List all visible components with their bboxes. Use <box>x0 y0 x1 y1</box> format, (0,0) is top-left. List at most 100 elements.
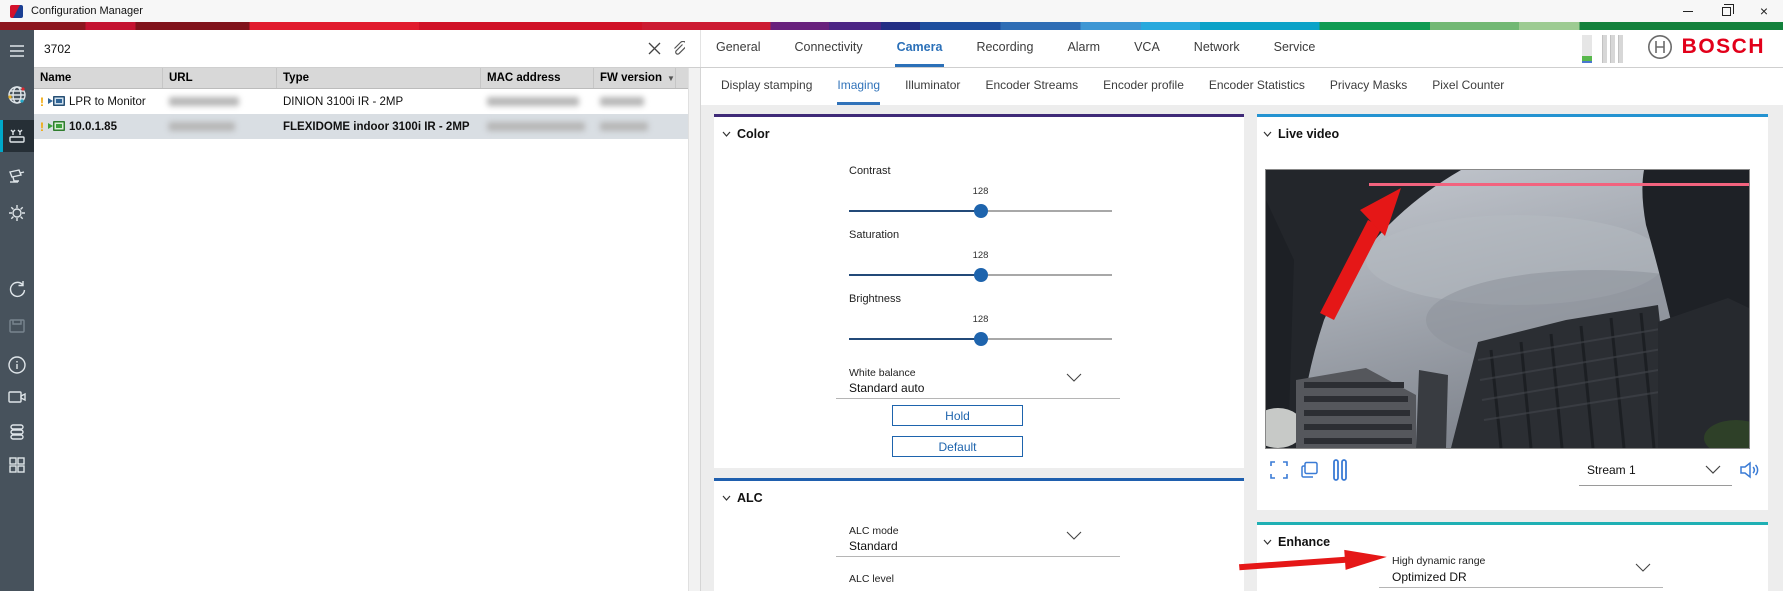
column-header-name[interactable]: Name <box>34 68 163 88</box>
attach-filter-icon[interactable] <box>666 37 690 61</box>
hdr-value[interactable]: Optimized DR <box>1392 570 1467 584</box>
alc-mode-dropdown[interactable] <box>836 556 1120 557</box>
search-input[interactable] <box>44 42 642 56</box>
redacted-url <box>169 122 235 131</box>
tab-alarm[interactable]: Alarm <box>1065 30 1102 67</box>
enhance-section: Enhance High dynamic range Optimized DR <box>1257 522 1768 591</box>
bosch-supergraphic-stripe <box>0 22 1783 30</box>
sidebar <box>0 30 34 591</box>
clear-search-icon[interactable] <box>642 37 666 61</box>
subtab-encoder-statistics[interactable]: Encoder Statistics <box>1209 68 1305 105</box>
my-devices-icon[interactable] <box>0 120 34 152</box>
camera-fisheye-image <box>1266 170 1749 448</box>
speaker-icon[interactable] <box>1739 461 1759 479</box>
collapse-chevron-icon[interactable] <box>722 131 731 137</box>
redacted-fw <box>600 122 648 131</box>
ptz-camera-icon[interactable] <box>0 161 34 193</box>
redacted-url <box>169 97 239 106</box>
saturation-label: Saturation <box>849 229 899 241</box>
tab-recording[interactable]: Recording <box>974 30 1035 67</box>
contrast-slider[interactable]: 128 <box>849 204 1112 218</box>
white-balance-value[interactable]: Standard auto <box>849 381 924 395</box>
warning-icon: ! <box>40 120 44 134</box>
color-section: Color Contrast 128 Saturation 128 <box>714 114 1244 468</box>
annotation-arrow-right <box>1238 546 1389 578</box>
table-row[interactable]: ! LPR to Monitor DINION 3100i IR - 2MP <box>34 89 700 114</box>
white-balance-dropdown[interactable] <box>836 398 1120 399</box>
redacted-mac <box>487 97 579 106</box>
live-video-frame[interactable] <box>1265 169 1750 449</box>
chevron-down-icon[interactable] <box>1066 373 1082 382</box>
slider-thumb[interactable] <box>974 204 988 218</box>
restore-button[interactable] <box>1707 0 1745 22</box>
save-icon[interactable] <box>0 310 34 342</box>
table-header: Name URL Type MAC address FW version▼ <box>34 68 700 89</box>
brightness-slider[interactable]: 128 <box>849 332 1112 346</box>
chevron-down-icon[interactable] <box>1635 563 1651 572</box>
hdr-label: High dynamic range <box>1392 555 1485 567</box>
alc-level-label: ALC level <box>849 573 894 585</box>
sort-indicator-icon: ▼ <box>667 74 675 83</box>
subtab-encoder-profile[interactable]: Encoder profile <box>1103 68 1184 105</box>
column-header-mac[interactable]: MAC address <box>481 68 594 88</box>
subtab-encoder-streams[interactable]: Encoder Streams <box>985 68 1078 105</box>
fullscreen-icon[interactable] <box>1270 461 1288 479</box>
default-button[interactable]: Default <box>892 436 1023 457</box>
section-title: Color <box>737 127 770 141</box>
tab-camera[interactable]: Camera <box>895 30 945 67</box>
column-header-type[interactable]: Type <box>277 68 481 88</box>
subtab-display-stamping[interactable]: Display stamping <box>721 68 812 105</box>
contrast-label: Contrast <box>849 165 891 177</box>
stream-select-value[interactable]: Stream 1 <box>1587 463 1636 477</box>
alc-mode-value[interactable]: Standard <box>849 539 898 553</box>
network-scan-icon[interactable] <box>0 79 34 111</box>
hold-button[interactable]: Hold <box>892 405 1023 426</box>
settings-gear-icon[interactable] <box>0 197 34 229</box>
close-button[interactable]: × <box>1745 0 1783 22</box>
tab-network[interactable]: Network <box>1192 30 1242 67</box>
tab-connectivity[interactable]: Connectivity <box>792 30 864 67</box>
section-title: Live video <box>1278 127 1339 141</box>
database-icon[interactable] <box>0 416 34 448</box>
refresh-icon[interactable] <box>0 273 34 305</box>
pause-icon[interactable] <box>1332 459 1348 481</box>
table-scrollbar[interactable] <box>688 68 700 591</box>
brightness-value: 128 <box>973 314 989 325</box>
device-list-panel: Name URL Type MAC address FW version▼ ! … <box>34 68 701 591</box>
saturation-value: 128 <box>973 250 989 261</box>
tab-general[interactable]: General <box>714 30 762 67</box>
resource-meters <box>1582 35 1623 63</box>
subtab-pixel-counter[interactable]: Pixel Counter <box>1432 68 1504 105</box>
slider-thumb[interactable] <box>974 332 988 346</box>
collapse-chevron-icon[interactable] <box>1263 131 1272 137</box>
subtab-illuminator[interactable]: Illuminator <box>905 68 960 105</box>
table-row-selected[interactable]: ! 10.0.1.85 FLEXIDOME indoor 3100i IR - … <box>34 114 700 139</box>
cpu-meter-icon <box>1582 35 1592 63</box>
subtab-privacy-masks[interactable]: Privacy Masks <box>1330 68 1407 105</box>
hdr-dropdown[interactable] <box>1379 587 1663 588</box>
info-icon[interactable] <box>0 349 34 381</box>
apps-grid-icon[interactable] <box>0 449 34 481</box>
minimize-button[interactable] <box>1669 0 1707 22</box>
chevron-down-icon[interactable] <box>1066 531 1082 540</box>
device-filter-bar <box>34 30 701 67</box>
tab-service[interactable]: Service <box>1272 30 1318 67</box>
stream-select-dropdown[interactable] <box>1579 485 1732 486</box>
tab-vca[interactable]: VCA <box>1132 30 1162 67</box>
section-title: ALC <box>737 491 763 505</box>
main-tab-bar: General Connectivity Camera Recording Al… <box>701 30 1783 67</box>
subtab-imaging[interactable]: Imaging <box>837 68 880 105</box>
collapse-chevron-icon[interactable] <box>1263 539 1272 545</box>
section-title: Enhance <box>1278 535 1330 549</box>
chevron-down-icon[interactable] <box>1705 465 1721 474</box>
collapse-chevron-icon[interactable] <box>722 495 731 501</box>
alc-mode-label: ALC mode <box>849 525 899 537</box>
warning-icon: ! <box>40 95 44 109</box>
column-header-fw[interactable]: FW version▼ <box>594 68 676 88</box>
column-header-url[interactable]: URL <box>163 68 277 88</box>
video-camera-icon[interactable] <box>0 381 34 413</box>
snapshot-icon[interactable] <box>1301 461 1319 479</box>
saturation-slider[interactable]: 128 <box>849 268 1112 282</box>
slider-thumb[interactable] <box>974 268 988 282</box>
menu-icon[interactable] <box>0 35 34 67</box>
